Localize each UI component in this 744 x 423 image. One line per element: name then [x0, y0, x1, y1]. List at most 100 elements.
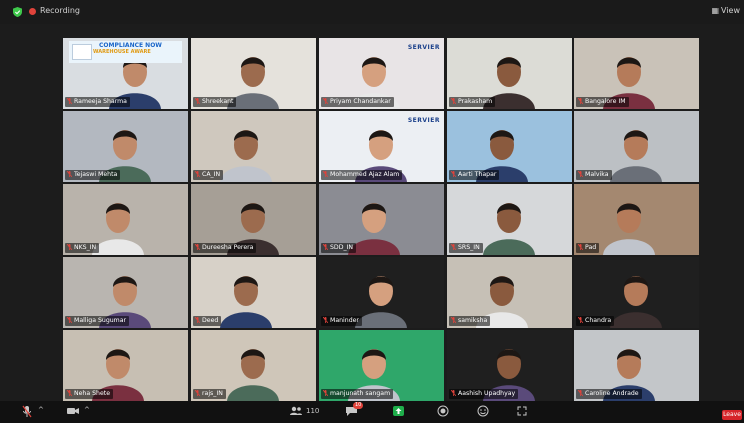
participant-name: SDD_IN	[330, 244, 354, 251]
participant-name-tag: Caroline Andrade	[576, 389, 642, 399]
muted-mic-icon	[451, 244, 456, 250]
participant-name: Dureesha Perera	[202, 244, 254, 251]
participant-name: rajs_IN	[202, 390, 223, 397]
participant-name-tag: Malliga Sugumar	[65, 316, 130, 326]
participant-tile[interactable]: SERVIER Mohammed Ajaz Alam	[319, 111, 444, 182]
participant-tile[interactable]: SERVIER Priyam Chandankar	[319, 38, 444, 109]
participant-name-tag: Bangalore IM	[576, 97, 629, 107]
participant-tile[interactable]: SDD_IN	[319, 184, 444, 255]
mute-button[interactable]	[22, 405, 32, 419]
video-options-caret[interactable]: ^	[84, 406, 90, 420]
participant-name-tag: Priyam Chandankar	[321, 97, 394, 107]
record-icon	[437, 405, 449, 417]
participant-name: Caroline Andrade	[585, 390, 639, 397]
participant-tile[interactable]: Shreekant	[191, 38, 316, 109]
participants-count: 110	[306, 407, 320, 415]
participant-tile[interactable]: Prakasham	[447, 38, 572, 109]
participant-tile[interactable]: rajs_IN	[191, 330, 316, 401]
muted-mic-icon	[67, 317, 72, 323]
servier-logo: SERVIER	[407, 44, 440, 51]
meeting-toolbar: ^ ^ 110 10 Leave	[0, 401, 744, 423]
meeting-window: Recording ▦ View COMPLIANCE NOW WAREHOUSE …	[0, 0, 744, 423]
participant-name-tag: samiksha	[449, 316, 491, 326]
participants-icon	[290, 406, 302, 415]
participant-name: Malliga Sugumar	[74, 317, 127, 324]
participant-tile[interactable]: Dureesha Perera	[191, 184, 316, 255]
muted-mic-icon	[67, 98, 72, 104]
participant-name: manjunath sangam	[330, 390, 391, 397]
participant-name: samiksha	[458, 317, 488, 324]
muted-mic-icon	[451, 390, 456, 396]
microphone-muted-icon	[22, 405, 32, 418]
muted-mic-icon	[195, 390, 200, 396]
participant-tile[interactable]: Deed	[191, 257, 316, 328]
participants-button[interactable]: 110	[289, 405, 319, 419]
participant-tile[interactable]: SRS_IN	[447, 184, 572, 255]
participant-name-tag: Pad	[576, 243, 600, 253]
participant-tile[interactable]: Tejaswi Mehta	[63, 111, 188, 182]
participant-name-tag: SRS_IN	[449, 243, 483, 253]
view-button[interactable]: ▦ View	[711, 6, 740, 15]
muted-mic-icon	[323, 171, 328, 177]
recording-label: Recording	[40, 6, 81, 15]
participant-name: Prakasham	[458, 98, 493, 105]
muted-mic-icon	[451, 317, 456, 323]
event-banner: COMPLIANCE NOW WAREHOUSE AWARE	[69, 41, 182, 63]
participant-name: CA_IN	[202, 171, 221, 178]
chat-badge: 10	[353, 402, 364, 409]
participant-name-tag: manjunath sangam	[321, 389, 394, 399]
record-button[interactable]	[437, 405, 449, 419]
muted-mic-icon	[67, 171, 72, 177]
participant-tile[interactable]: Caroline Andrade	[574, 330, 699, 401]
video-button[interactable]	[66, 405, 80, 419]
muted-mic-icon	[323, 98, 328, 104]
video-camera-icon	[67, 408, 79, 414]
participant-tile[interactable]: Malvika	[574, 111, 699, 182]
participant-tile[interactable]: Aashish Upadhyay	[447, 330, 572, 401]
shield-icon[interactable]	[13, 7, 22, 17]
participant-name: Aarti Thapar	[458, 171, 497, 178]
reactions-button[interactable]	[477, 405, 489, 419]
participant-name-tag: Rameeja Sharma	[65, 97, 130, 107]
participant-name-tag: Deed	[193, 316, 222, 326]
participant-tile[interactable]: Chandra	[574, 257, 699, 328]
participant-tile[interactable]: Maninder	[319, 257, 444, 328]
participant-tile[interactable]: Pad	[574, 184, 699, 255]
leave-button[interactable]: Leave	[722, 410, 742, 420]
participant-name-tag: Neha Shete	[65, 389, 114, 399]
recording-dot-icon	[29, 8, 36, 15]
banner-title: COMPLIANCE NOW	[99, 42, 162, 49]
servier-logo: SERVIER	[407, 117, 440, 124]
chat-button[interactable]: 10	[345, 402, 364, 419]
participant-name: Deed	[202, 317, 219, 324]
muted-mic-icon	[578, 171, 583, 177]
participant-name: Malvika	[585, 171, 609, 178]
participant-name: NKS_IN	[74, 244, 97, 251]
participant-name-tag: CA_IN	[193, 170, 224, 180]
participant-name-tag: Shreekant	[193, 97, 237, 107]
participant-name-tag: Mohammed Ajaz Alam	[321, 170, 403, 180]
participant-tile[interactable]: Malliga Sugumar	[63, 257, 188, 328]
participant-tile[interactable]: manjunath sangam	[319, 330, 444, 401]
participant-tile[interactable]: Bangalore IM	[574, 38, 699, 109]
more-button[interactable]	[516, 405, 528, 419]
participant-tile[interactable]: Neha Shete	[63, 330, 188, 401]
muted-mic-icon	[451, 171, 456, 177]
company-logo	[72, 44, 92, 60]
participant-tile[interactable]: Aarti Thapar	[447, 111, 572, 182]
audio-options-caret[interactable]: ^	[38, 406, 44, 420]
participant-name-tag: Aashish Upadhyay	[449, 389, 519, 399]
muted-mic-icon	[578, 244, 583, 250]
participant-tile[interactable]: CA_IN	[191, 111, 316, 182]
participant-name: Aashish Upadhyay	[458, 390, 516, 397]
muted-mic-icon	[67, 244, 72, 250]
participant-tile[interactable]: samiksha	[447, 257, 572, 328]
muted-mic-icon	[578, 317, 583, 323]
participant-tile[interactable]: NKS_IN	[63, 184, 188, 255]
share-screen-button[interactable]	[393, 406, 404, 416]
muted-mic-icon	[195, 171, 200, 177]
muted-mic-icon	[195, 317, 200, 323]
participant-tile[interactable]: COMPLIANCE NOW WAREHOUSE AWARE Rameeja Sha…	[63, 38, 188, 109]
banner-subtitle: WAREHOUSE AWARE	[93, 49, 151, 55]
muted-mic-icon	[578, 390, 583, 396]
